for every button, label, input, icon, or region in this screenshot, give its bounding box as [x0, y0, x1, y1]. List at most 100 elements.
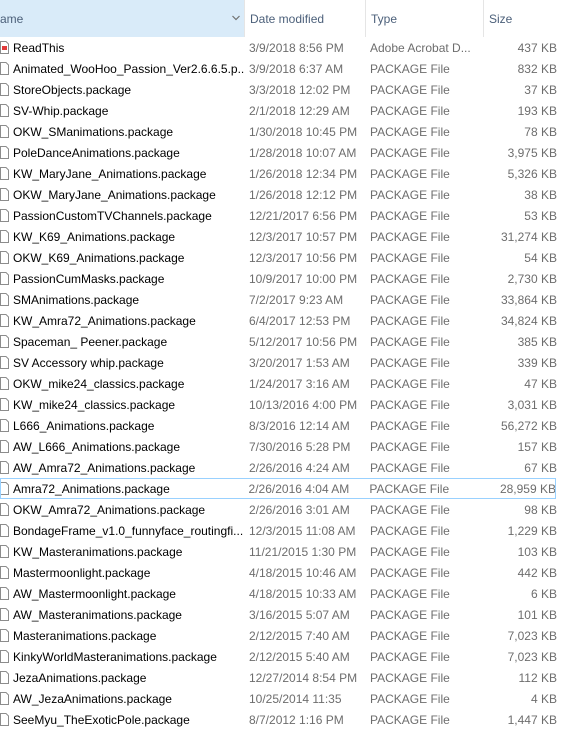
file-row[interactable]: KW_K69_Animations.package 12/3/2017 10:57… — [0, 226, 579, 247]
file-row[interactable]: Spaceman_ Peener.package 5/12/2017 10:56 … — [0, 331, 579, 352]
file-name-cell: OKW_mike24_classics.package — [0, 377, 244, 391]
file-row[interactable]: ReadThis 3/9/2018 8:56 PM Adobe Acrobat D.… — [0, 37, 579, 58]
file-row[interactable]: OKW_K69_Animations.package 12/3/2017 10:5… — [0, 247, 579, 268]
file-row[interactable]: AW_L666_Animations.package 7/30/2016 5:28… — [0, 436, 579, 457]
file-row[interactable]: AW_Mastermoonlight.package 4/18/2015 10:3… — [0, 583, 579, 604]
file-row[interactable]: BondageFrame_v1.0_funnyface_routingfi...… — [0, 520, 579, 541]
column-header-date-modified[interactable]: Date modified — [244, 0, 365, 37]
file-name: PoleDanceAnimations.package — [13, 145, 180, 160]
file-size: 47 KB — [524, 376, 557, 391]
file-date-modified: 8/3/2016 12:14 AM — [249, 418, 350, 433]
file-row[interactable]: AW_JezaAnimations.package 10/25/2014 11:3… — [0, 688, 579, 709]
file-row[interactable]: L666_Animations.package 8/3/2016 12:14 AM… — [0, 415, 579, 436]
file-row[interactable]: AW_Amra72_Animations.package 2/26/2016 4:… — [0, 457, 579, 478]
file-name: KW_K69_Animations.package — [13, 229, 176, 244]
file-row[interactable]: SeeMyu_TheExoticPole.package 8/7/2012 1:1… — [0, 709, 579, 730]
file-name: KW_Amra72_Animations.package — [13, 313, 196, 328]
file-size: 78 KB — [524, 124, 557, 139]
file-date-modified: 3/16/2015 5:07 AM — [249, 607, 350, 622]
file-name-cell: BondageFrame_v1.0_funnyface_routingfi... — [0, 524, 244, 538]
column-header-size-label: Size — [489, 11, 513, 26]
file-row[interactable]: OKW_SManimations.package 1/30/2018 10:45 … — [0, 121, 579, 142]
file-row[interactable]: KW_Amra72_Animations.package 6/4/2017 12:… — [0, 310, 579, 331]
file-row[interactable]: KW_MaryJane_Animations.package 1/26/2018 … — [0, 163, 579, 184]
file-name-cell: SV Accessory whip.package — [0, 356, 244, 370]
file-icon — [0, 461, 9, 474]
file-name: OKW_mike24_classics.package — [13, 376, 185, 391]
file-date-modified: 10/9/2017 10:00 PM — [249, 271, 358, 286]
file-type: Adobe Acrobat D... — [370, 40, 471, 55]
chevron-down-icon[interactable] — [231, 13, 241, 23]
file-icon — [0, 146, 9, 159]
file-row[interactable]: AW_Masteranimations.package 3/16/2015 5:0… — [0, 604, 579, 625]
file-name-cell: KinkyWorldMasteranimations.package — [0, 650, 244, 664]
file-row[interactable]: OKW_MaryJane_Animations.package 1/26/2018… — [0, 184, 579, 205]
file-row[interactable]: SV Accessory whip.package 3/20/2017 1:53 … — [0, 352, 579, 373]
file-icon — [0, 377, 9, 390]
file-row[interactable]: StoreObjects.package 3/3/2018 12:02 PM PAC… — [0, 79, 579, 100]
file-name-cell: PassionCumMasks.package — [0, 272, 244, 286]
file-icon — [0, 272, 9, 285]
file-size: 53 KB — [524, 208, 557, 223]
file-date-modified: 1/24/2017 3:16 AM — [249, 376, 350, 391]
file-date-modified: 1/30/2018 10:45 PM — [249, 124, 358, 139]
file-name-cell: Amra72_Animations.package — [0, 482, 244, 496]
file-date-modified: 2/12/2015 7:40 AM — [249, 628, 350, 643]
file-date-modified: 3/20/2017 1:53 AM — [249, 355, 350, 370]
file-date-modified: 2/12/2015 5:40 AM — [249, 649, 350, 664]
file-row[interactable]: Mastermoonlight.package 4/18/2015 10:46 A… — [0, 562, 579, 583]
file-type: PACKAGE File — [370, 712, 450, 727]
file-name: Animated_WooHoo_Passion_Ver2.6.6.5.p... — [13, 61, 244, 76]
file-name: AW_L666_Animations.package — [13, 439, 180, 454]
file-size: 67 KB — [524, 460, 557, 475]
file-date-modified: 8/7/2012 1:16 PM — [249, 712, 344, 727]
file-row[interactable]: PassionCumMasks.package 10/9/2017 10:00 P… — [0, 268, 579, 289]
file-row[interactable]: OKW_mike24_classics.package 1/24/2017 3:1… — [0, 373, 579, 394]
file-row[interactable]: KW_mike24_classics.package 10/13/2016 4:0… — [0, 394, 579, 415]
file-icon — [0, 335, 9, 348]
file-size: 101 KB — [517, 607, 557, 622]
file-name: OKW_Amra72_Animations.package — [13, 502, 206, 517]
column-header-type[interactable]: Type — [365, 0, 483, 37]
file-type: PACKAGE File — [370, 355, 450, 370]
file-date-modified: 12/27/2014 8:54 PM — [249, 670, 358, 685]
file-type: PACKAGE File — [370, 691, 450, 706]
file-type: PACKAGE File — [370, 649, 450, 664]
file-size: 3,975 KB — [507, 145, 557, 160]
file-name: Mastermoonlight.package — [13, 565, 151, 580]
file-row[interactable]: Amra72_Animations.package 2/26/2016 4:04 … — [0, 478, 556, 499]
file-name-cell: AW_Mastermoonlight.package — [0, 587, 244, 601]
file-type: PACKAGE File — [370, 61, 450, 76]
file-row[interactable]: OKW_Amra72_Animations.package 2/26/2016 3… — [0, 499, 579, 520]
file-date-modified: 2/26/2016 3:01 AM — [249, 502, 350, 517]
file-name-cell: OKW_SManimations.package — [0, 125, 244, 139]
file-name: StoreObjects.package — [13, 82, 132, 97]
file-row[interactable]: SMAnimations.package 7/2/2017 9:23 AM PACK… — [0, 289, 579, 310]
file-date-modified: 4/18/2015 10:46 AM — [249, 565, 357, 580]
file-row[interactable]: PoleDanceAnimations.package 1/28/2018 10:… — [0, 142, 579, 163]
column-header-size[interactable]: Size — [483, 0, 579, 37]
file-date-modified: 12/3/2017 10:56 PM — [249, 250, 358, 265]
file-row[interactable]: KinkyWorldMasteranimations.package 2/12/2… — [0, 646, 579, 667]
file-row[interactable]: KW_Masteranimations.package 11/21/2015 1:… — [0, 541, 579, 562]
file-icon — [0, 524, 9, 537]
file-icon — [0, 314, 9, 327]
file-size: 157 KB — [517, 439, 557, 454]
file-row[interactable]: JezaAnimations.package 12/27/2014 8:54 PM… — [0, 667, 579, 688]
file-icon — [0, 62, 9, 75]
file-name-cell: OKW_MaryJane_Animations.package — [0, 188, 244, 202]
file-name-cell: L666_Animations.package — [0, 419, 244, 433]
column-header-name[interactable]: ame — [0, 0, 244, 37]
file-date-modified: 3/9/2018 6:37 AM — [249, 61, 344, 76]
file-name: OKW_MaryJane_Animations.package — [13, 187, 216, 202]
file-size: 7,023 KB — [507, 649, 557, 664]
file-row[interactable]: Masteranimations.package 2/12/2015 7:40 A… — [0, 625, 579, 646]
file-row[interactable]: Animated_WooHoo_Passion_Ver2.6.6.5.p... 3… — [0, 58, 579, 79]
file-row[interactable]: PassionCustomTVChannels.package 12/21/201… — [0, 205, 579, 226]
file-size: 832 KB — [517, 61, 557, 76]
file-date-modified: 11/21/2015 1:30 PM — [249, 544, 357, 559]
file-date-modified: 7/2/2017 9:23 AM — [249, 292, 344, 307]
file-row[interactable]: SV-Whip.package 2/1/2018 12:29 AM PACKAGE … — [0, 100, 579, 121]
file-name: Amra72_Animations.package — [13, 481, 170, 496]
file-size: 112 KB — [518, 670, 557, 685]
